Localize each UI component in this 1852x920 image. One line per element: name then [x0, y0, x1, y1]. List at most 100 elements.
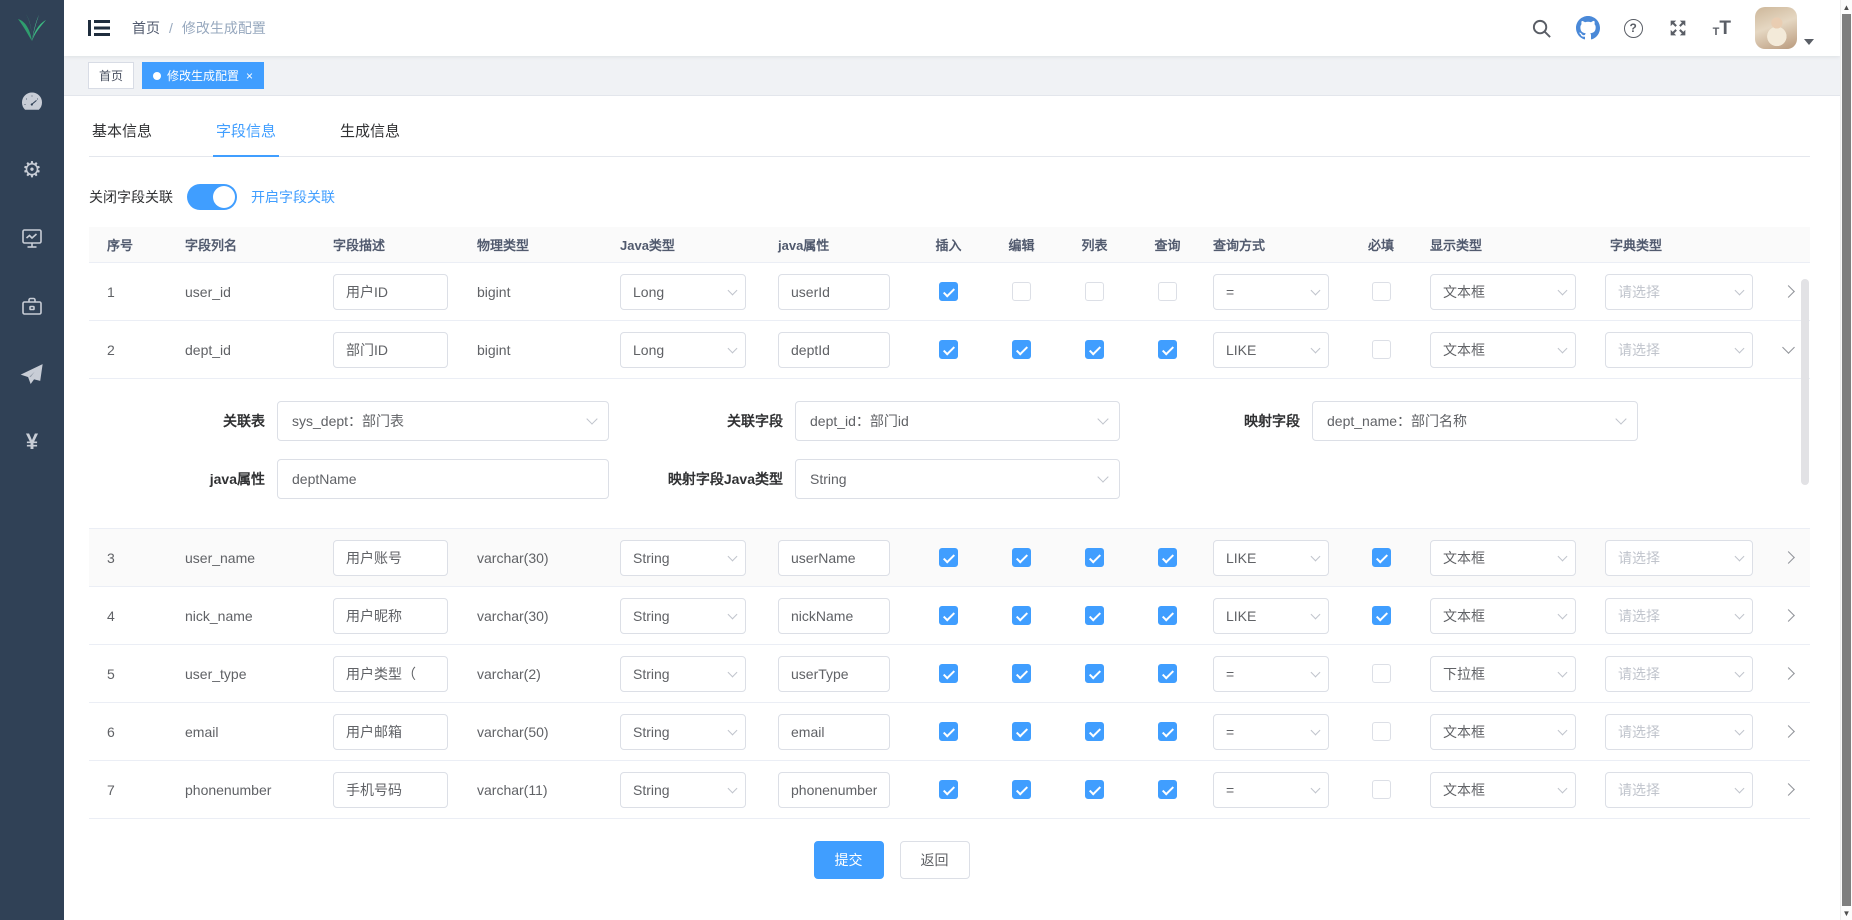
- display-type-select[interactable]: 文本框: [1430, 598, 1576, 634]
- mapping-field-select[interactable]: dept_name：部门名称: [1312, 401, 1638, 441]
- query-mode-select[interactable]: LIKE: [1213, 598, 1329, 634]
- tag-home[interactable]: 首页: [88, 62, 134, 89]
- list-checkbox[interactable]: [1085, 664, 1104, 683]
- insert-checkbox[interactable]: [939, 548, 958, 567]
- font-size-icon[interactable]: TT: [1713, 19, 1731, 38]
- java-type-select[interactable]: String: [620, 714, 746, 750]
- query-checkbox[interactable]: [1158, 780, 1177, 799]
- java-attr-input[interactable]: [778, 540, 890, 576]
- query-checkbox[interactable]: [1158, 722, 1177, 741]
- java-attr-input[interactable]: [778, 332, 890, 368]
- required-checkbox[interactable]: [1372, 780, 1391, 799]
- expand-row-icon[interactable]: [1782, 783, 1795, 796]
- breadcrumb-home[interactable]: 首页: [132, 18, 160, 38]
- association-toggle[interactable]: [187, 184, 237, 210]
- dict-type-select[interactable]: 请选择: [1605, 332, 1753, 368]
- java-type-select[interactable]: Long: [620, 274, 746, 310]
- insert-checkbox[interactable]: [939, 340, 958, 359]
- tab-generate-info[interactable]: 生成信息: [337, 120, 403, 157]
- display-type-select[interactable]: 文本框: [1430, 772, 1576, 808]
- scroll-up-icon[interactable]: ▲: [1841, 0, 1852, 14]
- query-mode-select[interactable]: =: [1213, 274, 1329, 310]
- edit-checkbox[interactable]: [1012, 282, 1031, 301]
- list-checkbox[interactable]: [1085, 282, 1104, 301]
- java-attr-input[interactable]: [778, 714, 890, 750]
- java-type-select[interactable]: Long: [620, 332, 746, 368]
- insert-checkbox[interactable]: [939, 722, 958, 741]
- insert-checkbox[interactable]: [939, 606, 958, 625]
- relation-table-select[interactable]: sys_dept：部门表: [277, 401, 609, 441]
- dict-type-select[interactable]: 请选择: [1605, 540, 1753, 576]
- edit-checkbox[interactable]: [1012, 722, 1031, 741]
- field-desc-input[interactable]: [333, 332, 448, 368]
- insert-checkbox[interactable]: [939, 282, 958, 301]
- insert-checkbox[interactable]: [939, 780, 958, 799]
- association-on-link[interactable]: 开启字段关联: [251, 187, 335, 207]
- sub-java-attr-input[interactable]: [277, 459, 609, 499]
- sidebar-item-tool[interactable]: [0, 272, 64, 340]
- java-attr-input[interactable]: [778, 656, 890, 692]
- query-mode-select[interactable]: LIKE: [1213, 332, 1329, 368]
- dict-type-select[interactable]: 请选择: [1605, 274, 1753, 310]
- edit-checkbox[interactable]: [1012, 780, 1031, 799]
- dict-type-select[interactable]: 请选择: [1605, 598, 1753, 634]
- help-icon[interactable]: ?: [1624, 19, 1643, 38]
- expand-row-icon[interactable]: [1782, 551, 1795, 564]
- list-checkbox[interactable]: [1085, 780, 1104, 799]
- sidebar-toggle-button[interactable]: [80, 10, 118, 46]
- required-checkbox[interactable]: [1372, 340, 1391, 359]
- edit-checkbox[interactable]: [1012, 664, 1031, 683]
- edit-checkbox[interactable]: [1012, 606, 1031, 625]
- edit-checkbox[interactable]: [1012, 548, 1031, 567]
- mapping-java-type-select[interactable]: String: [795, 459, 1120, 499]
- window-scrollbar-thumb[interactable]: [1842, 14, 1851, 906]
- java-attr-input[interactable]: [778, 274, 890, 310]
- java-type-select[interactable]: String: [620, 772, 746, 808]
- back-button[interactable]: 返回: [900, 841, 970, 879]
- close-icon[interactable]: ×: [246, 69, 253, 83]
- query-checkbox[interactable]: [1158, 282, 1177, 301]
- expand-row-icon[interactable]: [1782, 609, 1795, 622]
- query-checkbox[interactable]: [1158, 340, 1177, 359]
- search-icon[interactable]: [1531, 18, 1552, 39]
- sidebar-item-guide[interactable]: [0, 340, 64, 408]
- display-type-select[interactable]: 文本框: [1430, 332, 1576, 368]
- field-desc-input[interactable]: [333, 772, 448, 808]
- app-logo[interactable]: [0, 0, 64, 56]
- query-mode-select[interactable]: =: [1213, 714, 1329, 750]
- list-checkbox[interactable]: [1085, 722, 1104, 741]
- expand-row-icon[interactable]: [1782, 341, 1795, 354]
- query-checkbox[interactable]: [1158, 548, 1177, 567]
- required-checkbox[interactable]: [1372, 606, 1391, 625]
- expand-row-icon[interactable]: [1782, 285, 1795, 298]
- list-checkbox[interactable]: [1085, 340, 1104, 359]
- query-mode-select[interactable]: =: [1213, 772, 1329, 808]
- display-type-select[interactable]: 文本框: [1430, 540, 1576, 576]
- field-desc-input[interactable]: [333, 540, 448, 576]
- sidebar-item-monitor[interactable]: [0, 204, 64, 272]
- edit-checkbox[interactable]: [1012, 340, 1031, 359]
- query-checkbox[interactable]: [1158, 606, 1177, 625]
- query-checkbox[interactable]: [1158, 664, 1177, 683]
- query-mode-select[interactable]: =: [1213, 656, 1329, 692]
- required-checkbox[interactable]: [1372, 548, 1391, 567]
- window-scrollbar[interactable]: ▲ ▼: [1840, 0, 1852, 920]
- display-type-select[interactable]: 文本框: [1430, 274, 1576, 310]
- dict-type-select[interactable]: 请选择: [1605, 772, 1753, 808]
- submit-button[interactable]: 提交: [814, 841, 884, 879]
- tag-current[interactable]: 修改生成配置 ×: [142, 62, 264, 89]
- field-desc-input[interactable]: [333, 714, 448, 750]
- dict-type-select[interactable]: 请选择: [1605, 714, 1753, 750]
- java-attr-input[interactable]: [778, 598, 890, 634]
- user-menu[interactable]: [1755, 7, 1814, 49]
- dict-type-select[interactable]: 请选择: [1605, 656, 1753, 692]
- expand-row-icon[interactable]: [1782, 725, 1795, 738]
- java-type-select[interactable]: String: [620, 656, 746, 692]
- sidebar-item-system[interactable]: ⚙: [0, 136, 64, 204]
- relation-field-select[interactable]: dept_id：部门id: [795, 401, 1120, 441]
- java-type-select[interactable]: String: [620, 540, 746, 576]
- field-desc-input[interactable]: [333, 598, 448, 634]
- required-checkbox[interactable]: [1372, 282, 1391, 301]
- tab-field-info[interactable]: 字段信息: [213, 120, 279, 157]
- fullscreen-icon[interactable]: [1667, 17, 1689, 39]
